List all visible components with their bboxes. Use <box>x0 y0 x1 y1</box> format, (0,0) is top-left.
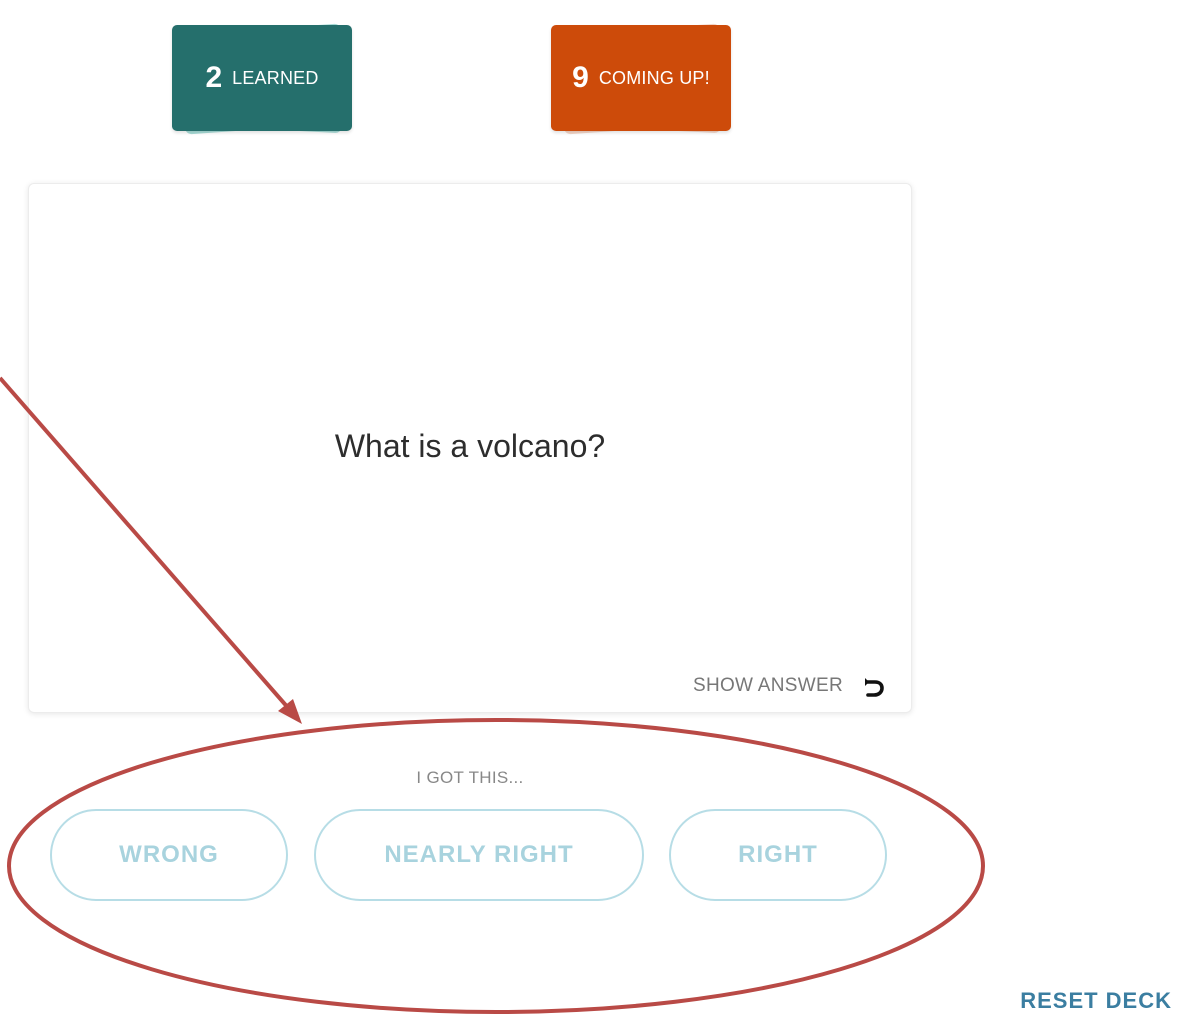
show-answer-label: SHOW ANSWER <box>692 675 843 696</box>
learned-count: 2 <box>205 61 223 94</box>
flip-arrow-icon <box>859 674 885 698</box>
learned-label: LEARNED <box>232 67 319 88</box>
card-question: What is a volcano? <box>334 428 606 464</box>
flashcard[interactable]: What is a volcano? SHOW ANSWER <box>28 183 912 713</box>
rating-prompt: I GOT THIS... <box>416 768 524 787</box>
learned-counter: 2 LEARNED <box>172 23 352 135</box>
wrong-button[interactable]: WRONG <box>50 809 288 901</box>
show-answer-button[interactable]: SHOW ANSWER <box>693 674 885 698</box>
nearly-right-button[interactable]: NEARLY RIGHT <box>314 809 644 901</box>
right-button[interactable]: RIGHT <box>669 809 887 901</box>
coming-up-counter: 9 COMING UP! <box>551 23 731 135</box>
flashcard-page: 2 LEARNED 9 COMING UP! What is a volcano… <box>0 0 1178 1014</box>
coming-up-label: COMING UP! <box>598 67 710 88</box>
coming-up-card: 9 COMING UP! <box>551 25 731 131</box>
reset-deck-link[interactable]: RESET DECK <box>1020 988 1172 1014</box>
coming-up-count: 9 <box>572 61 589 94</box>
learned-card: 2 LEARNED <box>172 25 352 131</box>
